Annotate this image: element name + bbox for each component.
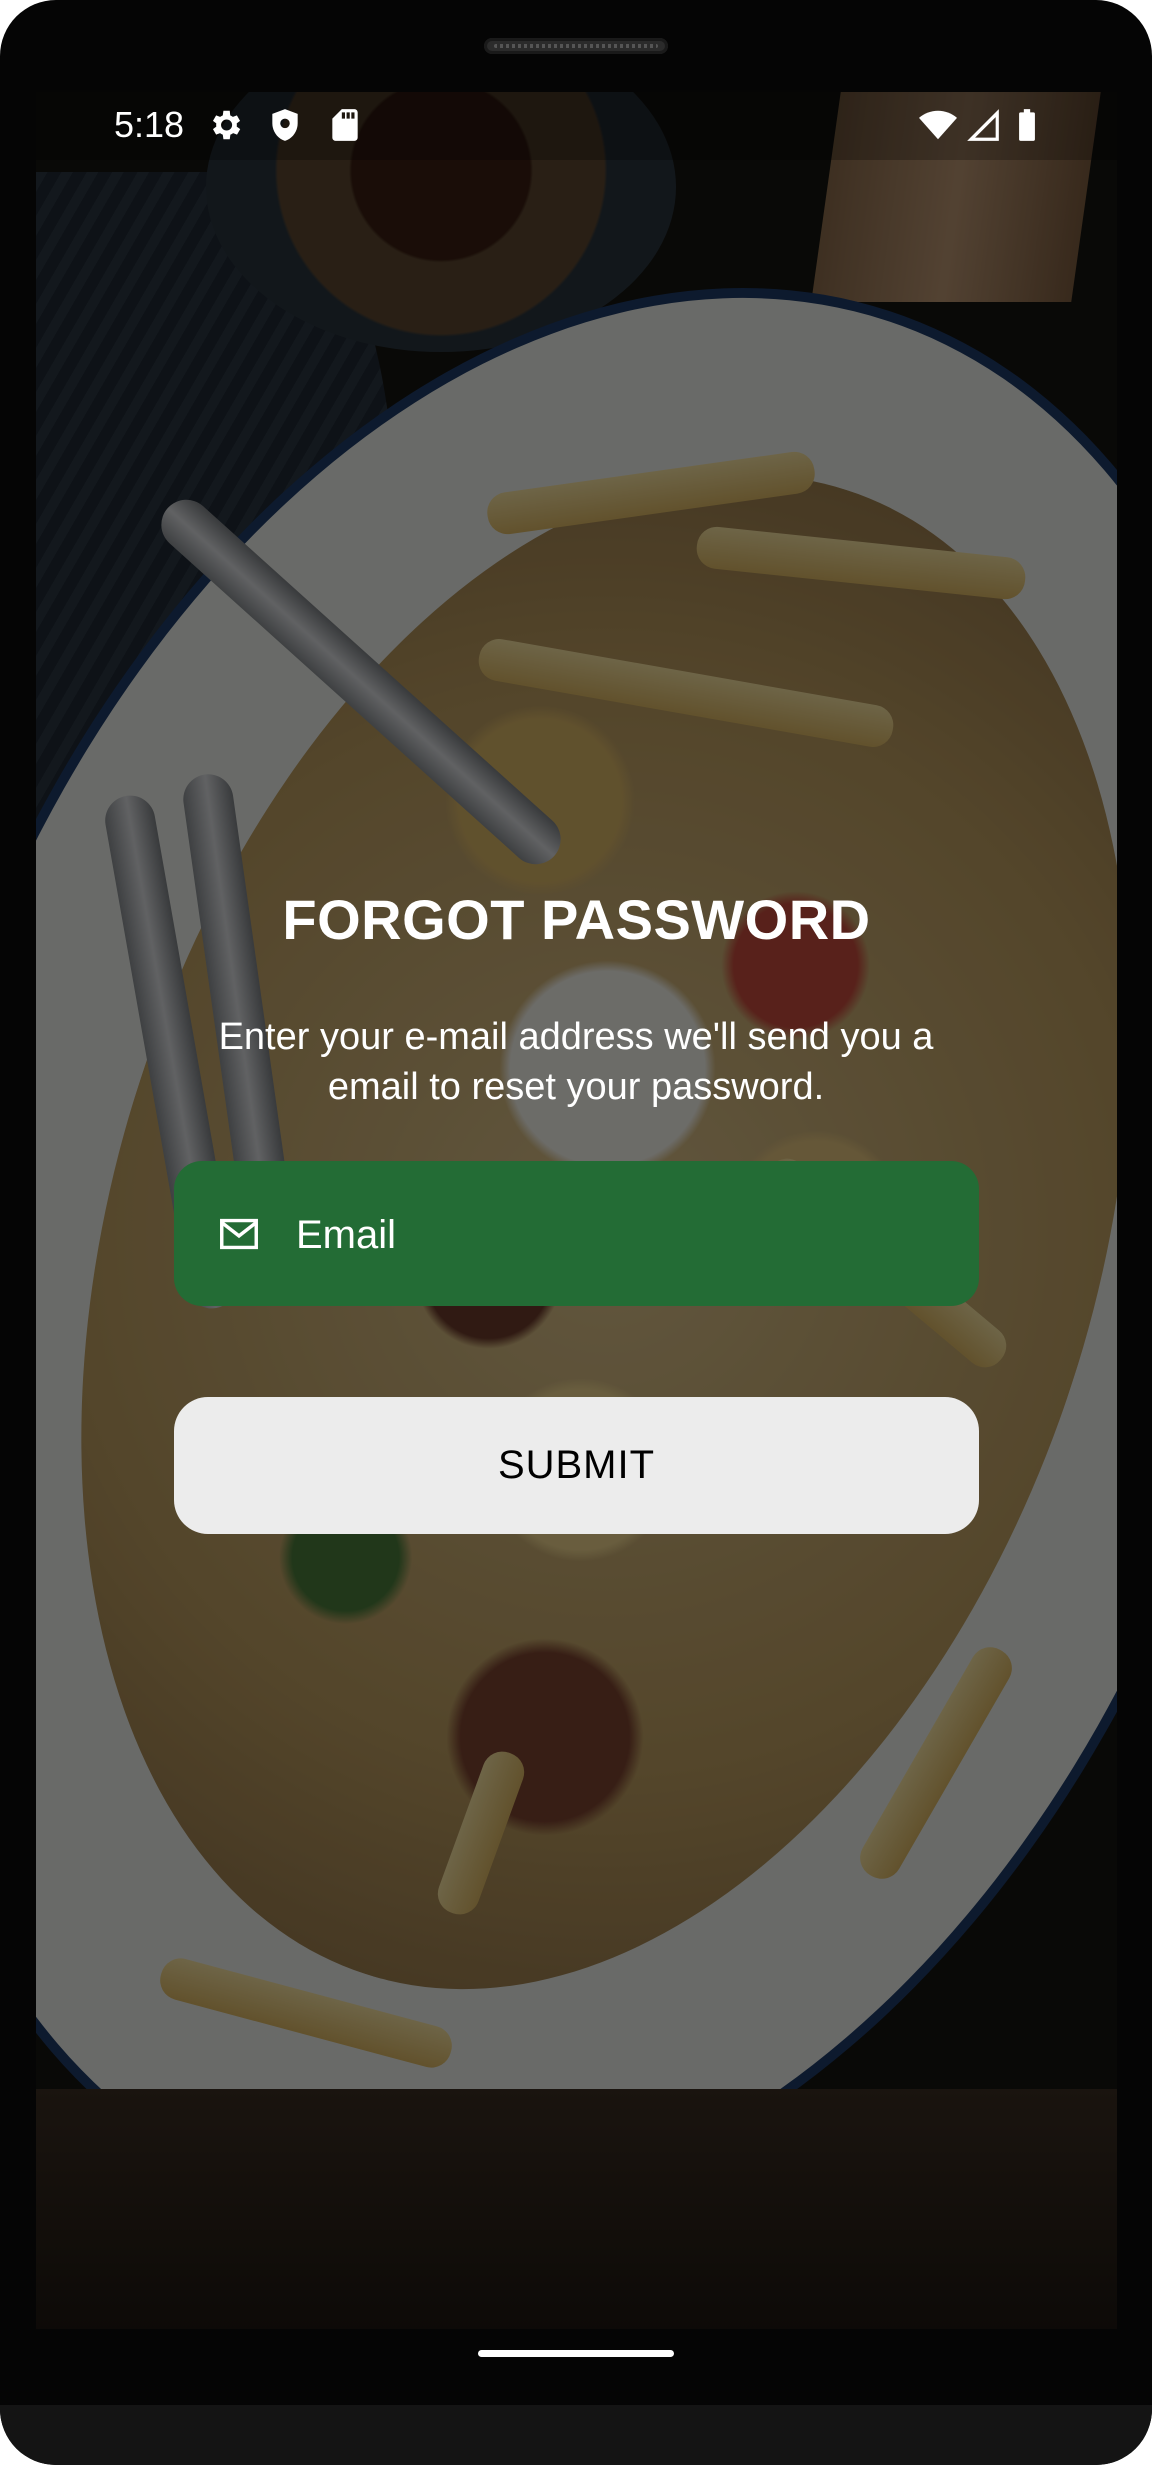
gear-icon bbox=[212, 110, 241, 140]
device-chin bbox=[0, 2405, 1152, 2465]
shield-icon bbox=[272, 109, 298, 141]
page-subtitle: Enter your e-mail address we'll send you… bbox=[218, 1016, 934, 1108]
home-indicator[interactable] bbox=[478, 2350, 674, 2357]
page-title: FORGOT PASSWORD bbox=[282, 888, 871, 951]
sd-card-icon bbox=[332, 109, 358, 141]
mail-icon bbox=[220, 1218, 258, 1250]
status-time: 5:18 bbox=[114, 104, 185, 145]
earpiece-speaker bbox=[484, 38, 668, 54]
battery-icon bbox=[1019, 109, 1035, 141]
submit-button[interactable]: SUBMIT bbox=[174, 1397, 979, 1534]
email-input[interactable] bbox=[294, 1199, 938, 1271]
app-screen: 5:18 FORGOT PASSWORD Enter your e-mail a… bbox=[36, 92, 1117, 2329]
phone-frame: 5:18 FORGOT PASSWORD Enter your e-mail a… bbox=[0, 0, 1152, 2465]
status-bar: 5:18 bbox=[36, 92, 1117, 160]
email-field[interactable] bbox=[174, 1161, 979, 1306]
wifi-icon bbox=[919, 110, 957, 140]
cell-signal-icon bbox=[967, 109, 999, 141]
